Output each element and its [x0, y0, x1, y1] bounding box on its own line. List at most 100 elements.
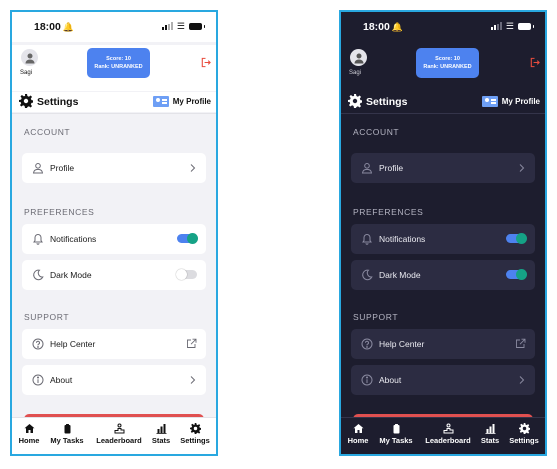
moon-icon	[362, 269, 373, 281]
tab-settings[interactable]: Settings	[178, 418, 212, 454]
logout-icon[interactable]	[529, 57, 540, 68]
settings-title-bar: Settings My Profile	[341, 92, 545, 112]
battery-icon	[189, 22, 205, 30]
person-avatar-icon	[25, 53, 34, 63]
tab-label: Leaderboard	[96, 436, 142, 445]
chevron-right-icon	[190, 164, 196, 172]
avatar[interactable]	[350, 49, 367, 66]
leaderboard-icon	[443, 423, 453, 434]
person-icon	[361, 163, 373, 174]
score-badge: Score: 10 Rank: UNRANKED	[87, 48, 150, 78]
profile-card-icon	[481, 96, 498, 107]
stats-icon	[485, 424, 495, 434]
help-center-row[interactable]: Help Center	[351, 329, 535, 359]
tab-stats[interactable]: Stats	[478, 418, 502, 454]
info-icon	[361, 374, 373, 386]
bottom-tab-bar: Home My Tasks Leaderboard Stats Settings	[341, 417, 545, 454]
toggle-knob	[187, 233, 198, 244]
tab-leaderboard[interactable]: Leaderboard	[422, 418, 474, 454]
app-header: Sagi Score: 10 Rank: UNRANKED	[12, 45, 216, 91]
leaderboard-icon	[114, 423, 124, 434]
silent-bell-icon: 🔔	[391, 22, 404, 32]
dark-mode-toggle[interactable]	[506, 269, 527, 280]
battery-icon	[518, 22, 534, 30]
cellular-signal-icon	[161, 22, 173, 30]
section-header-preferences: PREFERENCES	[353, 207, 424, 217]
rank-text: Rank: UNRANKED	[423, 64, 472, 70]
score-badge: Score: 10 Rank: UNRANKED	[416, 48, 479, 78]
tab-home[interactable]: Home	[345, 418, 371, 454]
wifi-icon: ☰	[505, 21, 514, 31]
tab-home[interactable]: Home	[16, 418, 42, 454]
light-mode-screen: 18:00 🔔 ☰ Sagi Score: 10 Rank: UNRANKED S…	[10, 10, 218, 456]
notifications-row: Notifications	[351, 224, 535, 254]
person-icon	[32, 163, 44, 174]
my-profile-link[interactable]: My Profile	[152, 96, 211, 107]
tasks-icon	[393, 424, 399, 434]
person-avatar-icon	[354, 53, 363, 63]
settings-gear-icon	[348, 94, 362, 108]
my-profile-label: My Profile	[172, 97, 211, 106]
tab-label: Stats	[480, 436, 500, 445]
tab-label: Settings	[509, 436, 539, 445]
tab-label: Settings	[180, 436, 210, 445]
tab-my-tasks[interactable]: My Tasks	[46, 418, 88, 454]
dark-mode-row: Dark Mode	[351, 260, 535, 290]
info-icon	[32, 374, 44, 386]
help-center-row[interactable]: Help Center	[22, 329, 206, 359]
settings-title-bar: Settings My Profile	[12, 92, 216, 112]
dark-mode-label: Dark Mode	[379, 270, 421, 280]
dark-mode-toggle[interactable]	[176, 269, 197, 280]
tab-settings[interactable]: Settings	[507, 418, 541, 454]
app-header: Sagi Score: 10 Rank: UNRANKED	[341, 45, 545, 91]
cellular-signal-icon	[490, 22, 502, 30]
section-header-account: ACCOUNT	[24, 127, 71, 137]
status-time: 18:00 🔔	[363, 21, 404, 33]
bottom-tab-bar: Home My Tasks Leaderboard Stats Settings	[12, 417, 216, 454]
page-title: Settings	[37, 96, 79, 108]
about-label: About	[379, 375, 402, 385]
toggle-knob	[516, 233, 527, 244]
tab-label: My Tasks	[50, 436, 84, 445]
system-icons: ☰	[490, 21, 534, 31]
status-bar: 18:00 🔔 ☰	[341, 12, 545, 42]
about-row[interactable]: About	[22, 365, 206, 395]
external-link-icon	[516, 338, 526, 348]
settings-gear-icon	[518, 423, 530, 434]
help-center-label: Help Center	[50, 339, 96, 349]
about-row[interactable]: About	[351, 365, 535, 395]
section-header-account: ACCOUNT	[353, 127, 400, 137]
tab-leaderboard[interactable]: Leaderboard	[93, 418, 145, 454]
bell-icon	[362, 233, 372, 245]
notifications-toggle[interactable]	[506, 233, 527, 244]
tab-label: Home	[347, 436, 369, 445]
notifications-row: Notifications	[22, 224, 206, 254]
score-text: Score: 10	[106, 56, 131, 62]
stats-icon	[156, 424, 166, 434]
tab-my-tasks[interactable]: My Tasks	[375, 418, 417, 454]
profile-label: Profile	[50, 163, 75, 173]
dark-mode-screen: 18:00 🔔 ☰ Sagi Score: 10 Rank: UNRANKED S…	[339, 10, 547, 456]
help-center-label: Help Center	[379, 339, 425, 349]
profile-row[interactable]: Profile	[22, 153, 206, 183]
notifications-toggle[interactable]	[177, 233, 198, 244]
dark-mode-label: Dark Mode	[50, 270, 92, 280]
logout-icon[interactable]	[200, 57, 211, 68]
section-header-support: SUPPORT	[353, 312, 399, 322]
tasks-icon	[64, 424, 70, 434]
tab-stats[interactable]: Stats	[149, 418, 173, 454]
dark-mode-row: Dark Mode	[22, 260, 206, 290]
my-profile-link[interactable]: My Profile	[481, 96, 540, 107]
tab-label: Stats	[151, 436, 171, 445]
avatar[interactable]	[21, 49, 38, 66]
moon-icon	[33, 269, 44, 281]
profile-card-icon	[152, 96, 169, 107]
notifications-label: Notifications	[50, 234, 97, 244]
profile-row[interactable]: Profile	[351, 153, 535, 183]
silent-bell-icon: 🔔	[62, 22, 75, 32]
chevron-right-icon	[190, 376, 196, 384]
help-circle-icon	[361, 338, 373, 350]
bell-icon	[33, 233, 43, 245]
chevron-right-icon	[519, 376, 525, 384]
my-profile-label: My Profile	[501, 97, 540, 106]
